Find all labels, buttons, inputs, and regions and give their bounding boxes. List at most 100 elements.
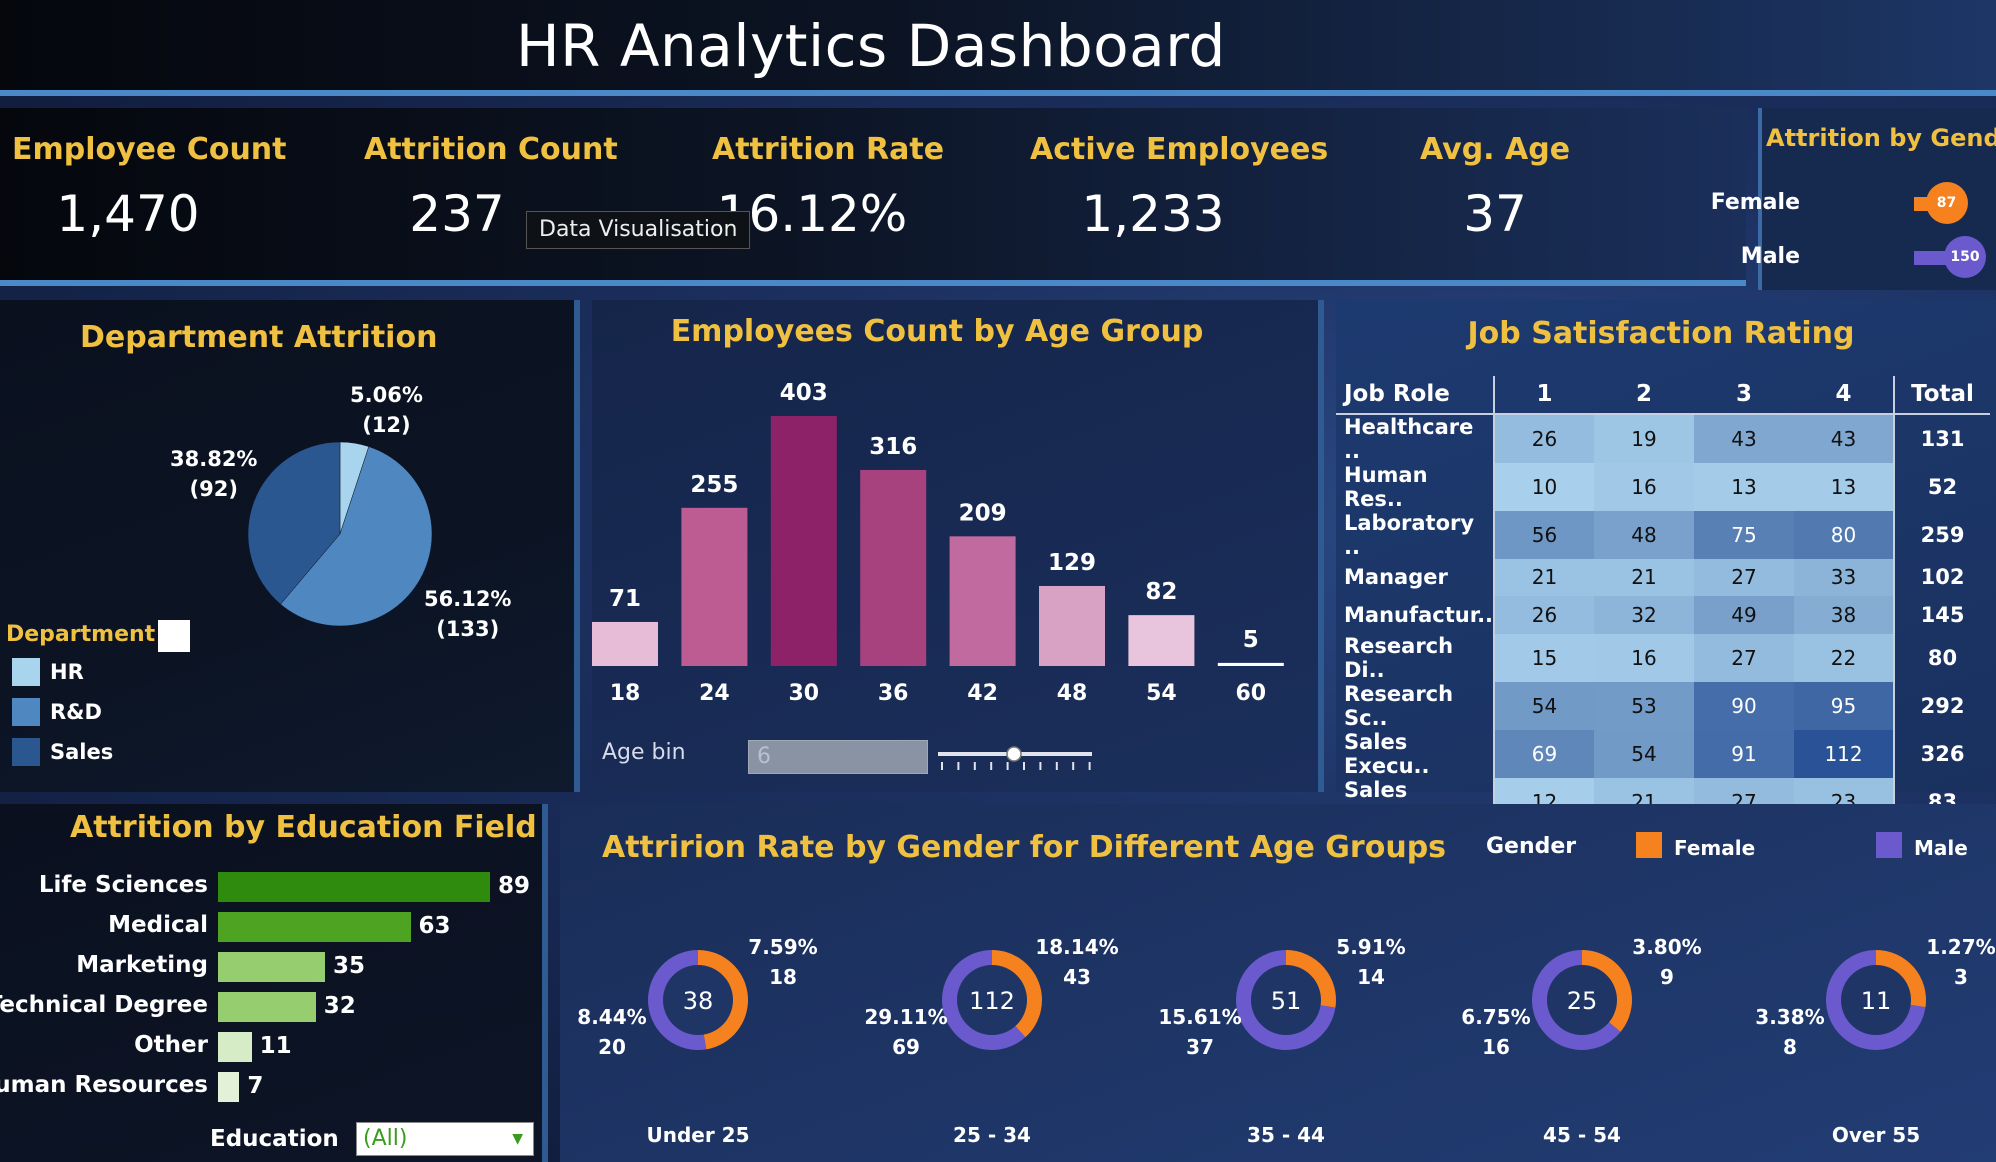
- education-bar: [218, 992, 316, 1022]
- donut-total: 25: [1567, 987, 1598, 1015]
- age-group-label: Over 55: [1832, 1123, 1920, 1147]
- age-bar[interactable]: [681, 507, 748, 666]
- chevron-down-icon: ▼: [512, 1131, 523, 1147]
- age-bin-input[interactable]: 6: [748, 740, 928, 774]
- male-pct-label: 29.11%: [864, 1005, 947, 1029]
- education-field-label: Other: [134, 1032, 208, 1058]
- female-pct-label: 18.14%: [1035, 935, 1118, 959]
- education-bar-row[interactable]: Human Resources 7: [0, 1072, 548, 1102]
- job-satisfaction-panel: Job Satisfaction Rating Job Role 1 2 3 4…: [1336, 300, 1996, 865]
- column-header: Total: [1893, 376, 1991, 415]
- education-bar-row[interactable]: Marketing 35: [0, 952, 548, 982]
- column-header: 4: [1794, 376, 1895, 415]
- rating-cell: 15: [1494, 633, 1595, 682]
- table-row: Research Di.. 15 16 27 22 80: [1336, 633, 1991, 682]
- gender-value-female: 87: [1925, 182, 1968, 224]
- column-header: 3: [1694, 376, 1795, 415]
- bar-value-label: 403: [780, 380, 828, 406]
- rating-cell: 26: [1494, 413, 1595, 463]
- row-total-cell: 292: [1893, 681, 1991, 730]
- education-bar-row[interactable]: Life Sciences 89: [0, 872, 548, 902]
- education-bar: [218, 1072, 240, 1102]
- job-role-cell: Healthcare ..: [1336, 413, 1496, 463]
- legend-swatch: [12, 658, 40, 686]
- job-role-cell: Laboratory ..: [1336, 510, 1496, 559]
- age-bar[interactable]: [770, 416, 837, 666]
- education-bar: [218, 912, 411, 942]
- age-bar[interactable]: [860, 469, 927, 666]
- panel-title: Job Satisfaction Rating: [1467, 316, 1855, 351]
- gender-donut-charts: 387.59%188.44%20Under 2511218.14%4329.11…: [577, 935, 1995, 1147]
- age-bar[interactable]: [1039, 585, 1105, 666]
- bar-value-label: 316: [869, 434, 917, 460]
- legend-filter-box[interactable]: [158, 620, 190, 652]
- education-field-label: Human Resources: [0, 1072, 208, 1098]
- kpi-label: Avg. Age: [1420, 132, 1571, 167]
- job-role-cell: Human Res..: [1336, 462, 1496, 511]
- rating-cell: 16: [1594, 462, 1695, 511]
- rating-cell: 49: [1694, 596, 1795, 634]
- rating-cell: 95: [1794, 681, 1895, 730]
- bar-value-label: 129: [1048, 550, 1096, 576]
- gender-label: Female: [1710, 190, 1800, 215]
- male-count-label: 20: [598, 1035, 626, 1059]
- donut-total: 51: [1271, 987, 1302, 1015]
- job-role-cell: Sales Execu..: [1336, 729, 1496, 778]
- male-pct-label: 3.38%: [1755, 1005, 1824, 1029]
- donut-total: 11: [1861, 987, 1892, 1015]
- legend-label: HR: [50, 660, 84, 684]
- pie-label-count: (92): [189, 477, 238, 501]
- rating-cell: 75: [1694, 510, 1795, 559]
- row-total-cell: 80: [1893, 633, 1991, 682]
- education-filter-dropdown[interactable]: (All) ▼: [356, 1122, 534, 1156]
- attrition-by-gender-panel: Attrition by Gender Female 87 Male 150: [1711, 108, 1996, 290]
- table-row: Healthcare .. 26 19 43 43 131: [1336, 413, 1991, 463]
- department-attrition-panel: Department Attrition 5.06% (12) 38.82% (…: [0, 300, 580, 792]
- kpi-active-employees: Active Employees 1,233: [1030, 132, 1329, 243]
- education-bar-row[interactable]: Technical Degree 32: [0, 992, 548, 1022]
- pie-label-sales: 38.82% (92): [170, 444, 257, 504]
- age-bar[interactable]: [949, 536, 1016, 666]
- tooltip: Data Visualisation: [526, 211, 751, 249]
- kpi-employee-count: Employee Count 1,470: [12, 132, 287, 243]
- rating-cell: 21: [1494, 558, 1595, 597]
- slider-handle[interactable]: [1006, 746, 1022, 762]
- kpi-label: Active Employees: [1030, 132, 1329, 167]
- age-group-panel: Employees Count by Age Group 71 18 255 24 40…: [592, 300, 1324, 792]
- female-count-label: 43: [1063, 965, 1091, 989]
- age-bar[interactable]: [1217, 662, 1284, 666]
- rating-cell: 112: [1794, 729, 1895, 778]
- male-count-label: 69: [892, 1035, 920, 1059]
- education-bar-value: 63: [418, 913, 451, 939]
- table-row: Manager 21 21 27 33 102: [1336, 558, 1991, 597]
- bar-value-label: 5: [1243, 627, 1259, 653]
- column-header: 1: [1494, 376, 1595, 415]
- donut-total: 112: [969, 987, 1015, 1015]
- rating-cell: 22: [1794, 633, 1895, 682]
- age-tick-label: 30: [788, 681, 819, 706]
- gender-row-female[interactable]: Female 87: [1711, 182, 1996, 224]
- kpi-value: 1,470: [56, 185, 200, 243]
- pie-label-count: (12): [362, 413, 411, 437]
- title-bar: HR Analytics Dashboard: [0, 0, 1996, 96]
- rating-cell: 27: [1694, 558, 1795, 597]
- age-bin-slider[interactable]: [938, 746, 1094, 776]
- male-pct-label: 6.75%: [1461, 1005, 1530, 1029]
- education-bar-row[interactable]: Other 11: [0, 1032, 548, 1062]
- education-bar-value: 89: [498, 873, 531, 899]
- row-total-cell: 52: [1893, 462, 1991, 511]
- gender-row-male[interactable]: Male 150: [1741, 236, 1996, 278]
- pie-label-pct: 38.82%: [170, 447, 258, 471]
- education-filter-value: (All): [363, 1126, 408, 1151]
- age-bar[interactable]: [592, 621, 658, 666]
- donut-total: 38: [683, 987, 714, 1015]
- rating-cell: 38: [1794, 596, 1895, 634]
- education-bar-row[interactable]: Medical 63: [0, 912, 548, 942]
- row-total-cell: 326: [1893, 729, 1991, 778]
- job-satisfaction-table: Job Role 1 2 3 4 Total Healthcare .. 26 19…: [1336, 376, 1991, 865]
- age-bar[interactable]: [1128, 615, 1195, 666]
- gender-value-male: 150: [1944, 236, 1986, 278]
- rating-cell: 54: [1494, 681, 1595, 730]
- pie-label-hr: 5.06% (12): [350, 380, 423, 440]
- rating-cell: 19: [1594, 413, 1695, 463]
